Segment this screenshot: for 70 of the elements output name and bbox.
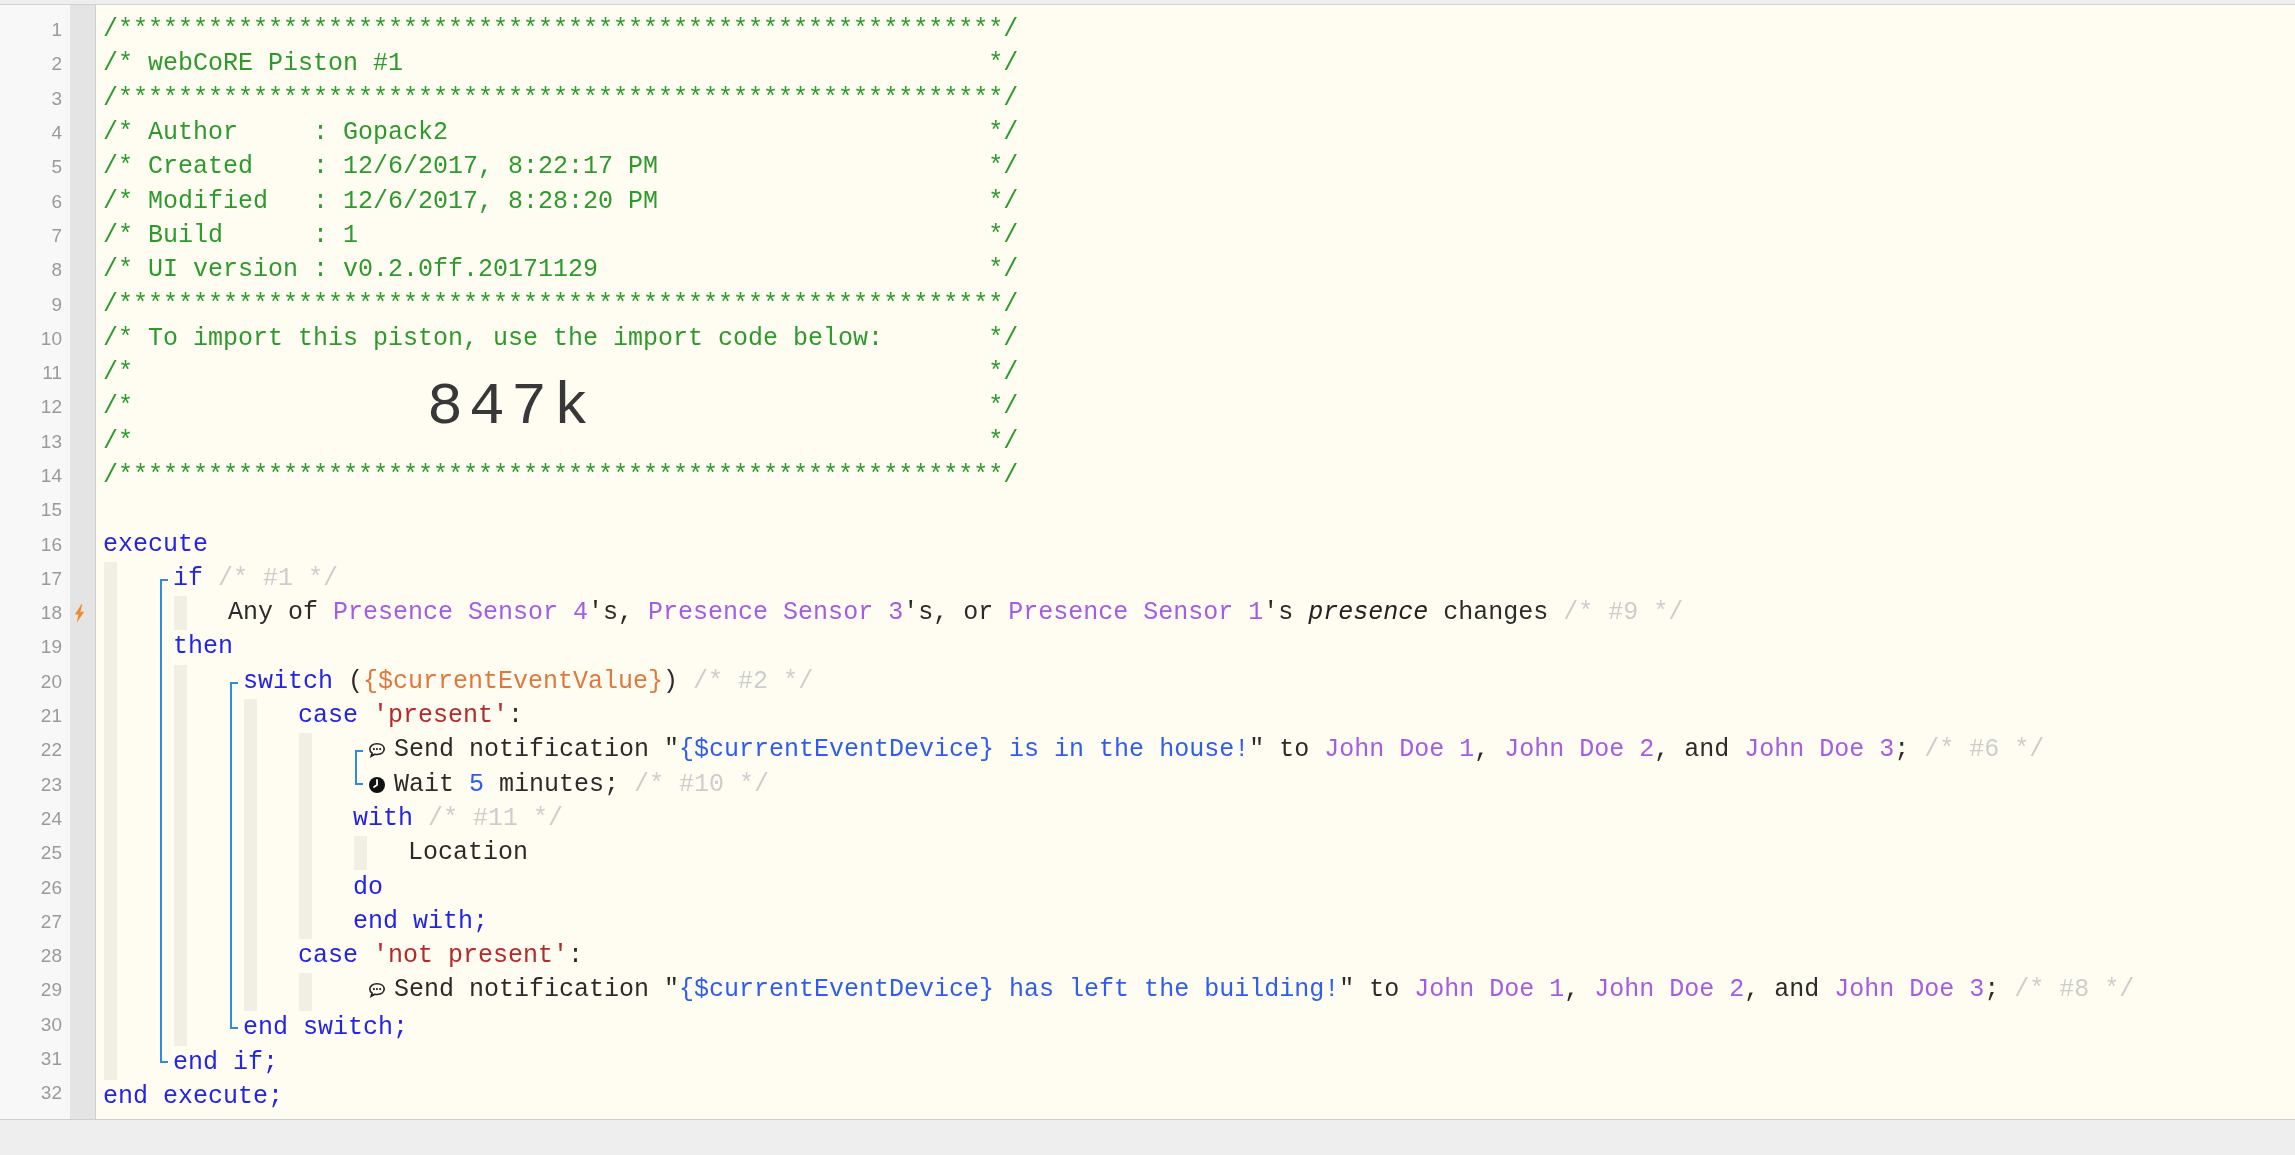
code-line: end execute; [103,1082,284,1113]
line-number: 31 [39,1048,62,1071]
code-line: /***********************************************************/ [103,83,1019,114]
code-line: case 'not present': [298,941,584,972]
line-number: 17 [39,567,62,590]
line-number: 10 [39,327,62,350]
line-number: 12 [39,396,62,419]
comment-delimiter: */ [988,323,1019,354]
code-line: /* [103,392,133,423]
line-number: 26 [39,876,62,899]
code-line: /* Created : 12/6/2017, 8:22:17 PM [103,152,659,183]
code-line: end switch; [243,1013,409,1044]
line-number: 1 [50,19,62,42]
line-number: 24 [39,807,62,830]
code-line: /***********************************************************/ [103,461,1019,491]
comment-delimiter: */ [988,358,1019,389]
code-line: execute [103,529,209,560]
line-number: 9 [50,293,62,316]
code-line: /* webCoRE Piston #1 [103,49,404,80]
comment-delimiter: */ [988,426,1019,457]
line-number: 5 [50,156,62,179]
code-line: /* UI version : v0.2.0ff.20171129 [103,255,599,286]
line-number: 3 [50,87,62,110]
line-number: 4 [50,122,62,145]
line-number: 29 [39,979,62,1002]
line-number: 16 [39,533,62,556]
code-line: /* Modified : 12/6/2017, 8:28:20 PM [103,186,659,217]
code-line: then [173,632,233,663]
line-number: 20 [39,670,62,693]
line-number: 23 [39,773,62,796]
line-number: 15 [39,499,62,522]
code-line: /* Build : 1 [103,220,359,251]
line-number: 25 [39,842,62,865]
line-number: 11 [41,362,62,385]
code-line: do [353,872,383,903]
line-number: 2 [50,53,62,76]
line-number: 13 [39,430,62,453]
clock-icon [368,775,386,794]
comment-delimiter: */ [988,152,1019,183]
line-number: 22 [39,739,62,762]
line-number: 30 [39,1013,62,1036]
speech-bubble-icon [368,741,386,760]
code-line: /***********************************************************/ [103,15,1019,46]
line-number: 7 [50,224,62,247]
code-line: /* To import this piston, use the import code below: [103,323,884,354]
line-number: 27 [39,910,62,933]
code-line: /* [103,426,133,457]
comment-delimiter: */ [988,186,1019,217]
import-code: 847k [427,372,596,442]
line-number: 19 [39,636,62,659]
code-line: end with; [353,906,489,937]
comment-delimiter: */ [988,392,1019,423]
comment-delimiter: */ [988,49,1019,80]
line-number: 28 [39,945,62,968]
line-number: 32 [39,1082,62,1105]
code-line: end if; [173,1047,279,1078]
line-number: 18 [39,602,62,625]
speech-bubble-icon [368,981,386,1000]
line-number: 14 [39,465,62,487]
line-number: 21 [39,705,62,728]
code-line: /***********************************************************/ [103,289,1019,320]
code-line: case 'present': [298,701,524,732]
code-line: /* [103,358,133,389]
comment-delimiter: */ [988,118,1019,149]
line-number: 6 [50,190,62,213]
comment-delimiter: */ [988,220,1019,251]
code-line: Location [408,838,529,869]
line-number: 8 [50,259,62,282]
comment-delimiter: */ [988,255,1019,286]
code-line: /* Author : Gopack2 [103,118,449,149]
